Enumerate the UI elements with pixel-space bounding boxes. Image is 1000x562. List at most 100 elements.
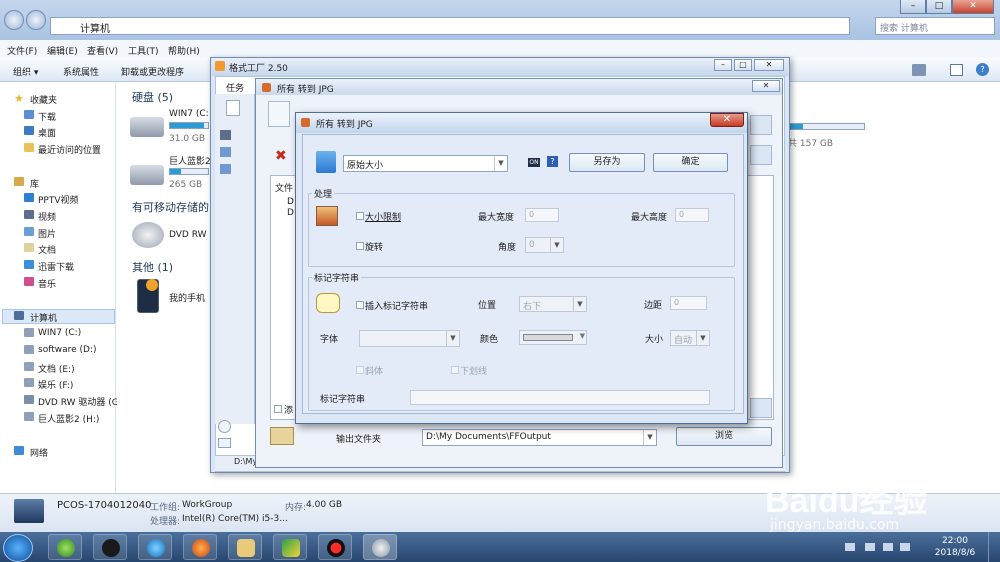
dvd-drive-name[interactable]: DVD RW <box>169 230 207 240</box>
save-as-button[interactable]: 另存为 <box>569 153 645 172</box>
minimize-button[interactable]: – <box>900 0 926 14</box>
nav-item-desktop[interactable]: 桌面 <box>38 126 56 139</box>
taskbar-app[interactable] <box>318 534 352 560</box>
system-properties-button[interactable]: 系统属性 <box>63 65 99 78</box>
ff-minimize-button[interactable]: – <box>714 59 732 71</box>
jpg-window-close-button[interactable]: ✕ <box>752 80 780 92</box>
size-select[interactable]: 自动 ▼ <box>670 330 710 346</box>
nav-item-drive-e[interactable]: 文档 (E:) <box>38 362 75 375</box>
maximize-button[interactable]: □ <box>926 0 952 14</box>
folder-icon[interactable] <box>270 427 294 445</box>
forward-button[interactable] <box>26 10 46 30</box>
file-row[interactable]: D <box>287 197 294 207</box>
address-bar[interactable] <box>50 17 850 35</box>
menu-view[interactable]: 查看(V) <box>87 44 118 57</box>
nav-item-documents[interactable]: 文档 <box>38 243 56 256</box>
close-button[interactable]: ✕ <box>952 0 994 14</box>
help-icon[interactable]: ? <box>976 63 989 76</box>
rotate-checkbox[interactable] <box>356 242 364 250</box>
underline-checkbox[interactable] <box>451 366 459 374</box>
nav-network[interactable]: 网络 <box>30 446 48 459</box>
output-folder-select[interactable]: D:\My Documents\FFOutput ▼ <box>422 429 657 446</box>
nav-item-drive-h[interactable]: 巨人蓝影2 (H:) <box>38 412 99 425</box>
tab-tasks[interactable]: 任务 <box>226 81 244 94</box>
side-button[interactable] <box>750 115 772 135</box>
taskbar-app[interactable] <box>273 534 307 560</box>
taskbar-app[interactable] <box>93 534 127 560</box>
preset-select[interactable]: 原始大小 ▼ <box>343 155 508 172</box>
nav-item-downloads[interactable]: 下载 <box>38 110 56 123</box>
side-button[interactable] <box>750 398 772 418</box>
nav-item-recent[interactable]: 最近访问的位置 <box>38 143 101 156</box>
browse-button[interactable]: 浏览 <box>676 427 772 446</box>
max-height-input[interactable]: 0 <box>675 208 709 222</box>
group-removable[interactable]: 有可移动存储的 <box>132 199 209 215</box>
menu-help[interactable]: 帮助(H) <box>168 44 200 57</box>
nav-item-drive-f[interactable]: 娱乐 (F:) <box>38 378 73 391</box>
side-button[interactable] <box>750 145 772 165</box>
dialog-close-button[interactable]: ✕ <box>710 113 744 127</box>
tray-icon[interactable] <box>865 543 875 551</box>
angle-select[interactable]: 0 ▼ <box>525 237 564 253</box>
tray-icon[interactable] <box>845 543 855 551</box>
uninstall-button[interactable]: 卸载或更改程序 <box>121 65 184 78</box>
nav-item-pictures[interactable]: 图片 <box>38 227 56 240</box>
italic-checkbox[interactable] <box>356 366 364 374</box>
tray-icon[interactable] <box>900 543 910 551</box>
help-icon[interactable]: ? <box>547 156 558 167</box>
ok-button[interactable]: 确定 <box>653 153 728 172</box>
taskbar-app[interactable] <box>183 534 217 560</box>
nav-item-music[interactable]: 音乐 <box>38 277 56 290</box>
phone-name[interactable]: 我的手机 <box>169 291 205 304</box>
taskbar-app[interactable] <box>363 534 397 560</box>
menu-tools[interactable]: 工具(T) <box>128 44 159 57</box>
group-other[interactable]: 其他 (1) <box>132 259 173 275</box>
nav-computer-head[interactable]: 计算机 <box>30 311 57 324</box>
show-desktop-button[interactable] <box>988 532 1000 562</box>
nav-item-drive-d[interactable]: software (D:) <box>38 345 97 355</box>
drive-c-name[interactable]: WIN7 (C: <box>169 109 209 119</box>
watermark-string-input[interactable] <box>410 390 710 405</box>
nav-favorites-head[interactable]: 收藏夹 <box>30 93 57 106</box>
search-input[interactable]: 搜索 计算机 <box>875 17 995 35</box>
group-hdd[interactable]: 硬盘 (5) <box>132 89 173 105</box>
start-button[interactable] <box>3 534 33 562</box>
sidebar-icon[interactable] <box>220 164 231 174</box>
view-icon[interactable] <box>912 64 926 76</box>
menu-file[interactable]: 文件(F) <box>7 44 37 57</box>
nav-item-thunder[interactable]: 迅雷下载 <box>38 260 74 273</box>
color-select[interactable]: ▼ <box>519 330 587 345</box>
nav-item-video[interactable]: 视频 <box>38 210 56 223</box>
remove-icon[interactable]: ✖ <box>275 148 287 164</box>
file-row[interactable]: D <box>287 208 294 218</box>
ff-maximize-button[interactable]: □ <box>734 59 752 71</box>
nav-library-head[interactable]: 库 <box>30 177 39 190</box>
sidebar-icon[interactable] <box>218 420 231 433</box>
console-icon[interactable]: ON <box>528 158 540 167</box>
nav-item-drive-c[interactable]: WIN7 (C:) <box>38 328 81 338</box>
taskbar-app[interactable] <box>228 534 262 560</box>
sidebar-icon[interactable] <box>220 130 231 140</box>
position-select[interactable]: 右下 ▼ <box>519 296 587 312</box>
nav-item-pptv[interactable]: PPTV视频 <box>38 193 79 206</box>
back-button[interactable] <box>4 10 24 30</box>
insert-watermark-checkbox[interactable] <box>356 301 364 309</box>
max-width-input[interactable]: 0 <box>525 208 559 222</box>
clock[interactable]: 22:00 2018/8/6 <box>930 535 980 559</box>
sidebar-icon[interactable] <box>220 147 231 157</box>
add-checkbox[interactable] <box>274 405 282 413</box>
margin-input[interactable]: 0 <box>670 296 707 310</box>
organize-button[interactable]: 组织 ▾ <box>13 65 38 78</box>
taskbar-app[interactable] <box>138 534 172 560</box>
preview-pane-icon[interactable] <box>950 64 963 76</box>
file-column-header[interactable]: 文件 <box>275 181 293 194</box>
nav-item-dvd[interactable]: DVD RW 驱动器 (G <box>38 395 119 408</box>
sidebar-icon[interactable] <box>218 438 231 448</box>
font-select[interactable]: ▼ <box>359 330 460 347</box>
drive-h-name[interactable]: 巨人蓝影2 <box>169 154 211 167</box>
tray-icon[interactable] <box>883 543 893 551</box>
taskbar-app[interactable] <box>48 534 82 560</box>
ff-close-button[interactable]: ✕ <box>754 59 784 71</box>
menu-edit[interactable]: 编辑(E) <box>47 44 78 57</box>
size-limit-checkbox[interactable] <box>356 212 364 220</box>
